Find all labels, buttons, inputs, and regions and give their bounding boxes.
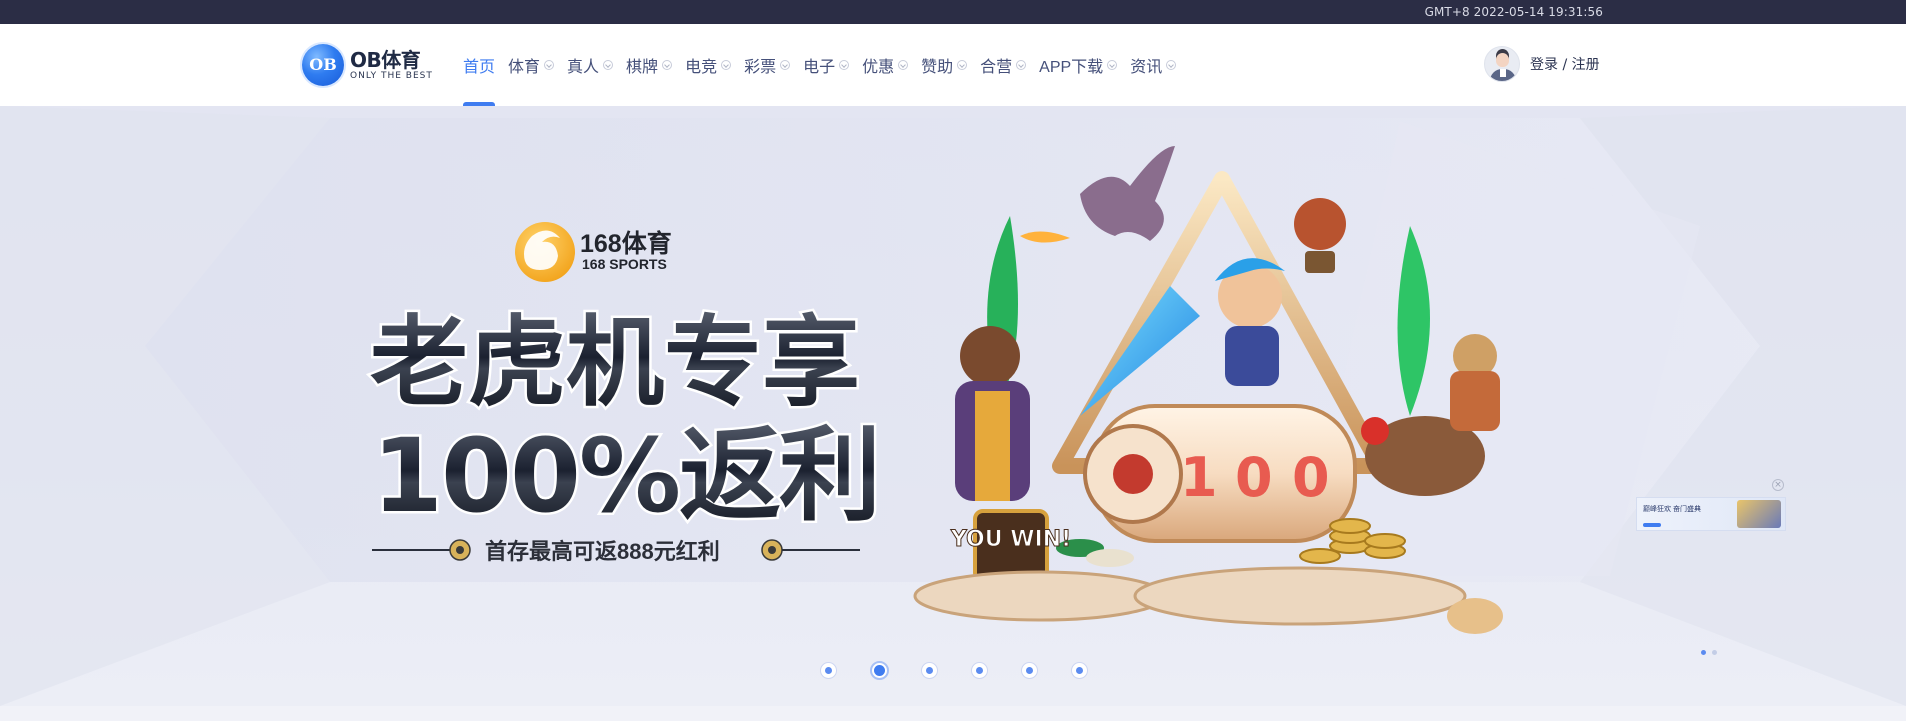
- promo-ad-title: 巅峰狂欢 奋门盛典: [1643, 506, 1701, 513]
- svg-text:0: 0: [1235, 446, 1273, 509]
- chevron-down-icon: [898, 60, 909, 70]
- logo-text: OB体育 ONLY THE BEST: [350, 49, 433, 82]
- logo-name: OB体育: [350, 47, 421, 72]
- svg-text:168 SPORTS: 168 SPORTS: [582, 256, 667, 272]
- page-bottom-strip: [0, 706, 1906, 721]
- logo-badge-icon: OB: [302, 44, 344, 86]
- headline-line-2: 100%返利: [372, 417, 879, 536]
- nav-item-app-download[interactable]: APP下载: [1039, 24, 1118, 106]
- side-pager: [1701, 650, 1717, 655]
- logo-tagline: ONLY THE BEST: [350, 70, 433, 81]
- chevron-down-icon: [1016, 60, 1027, 70]
- svg-text:1: 1: [1180, 446, 1218, 509]
- promo-ad-button[interactable]: [1643, 523, 1661, 527]
- site-logo[interactable]: OB OB体育 ONLY THE BEST: [302, 44, 433, 86]
- carousel-dots: [820, 660, 1088, 680]
- top-status-bar: GMT+8 2022-05-14 19:31:56: [0, 0, 1906, 24]
- chevron-down-icon: [662, 60, 673, 70]
- chevron-down-icon: [780, 60, 791, 70]
- banner-artwork: 168体育 168 SPORTS 老虎机专享 100%返利 首存最高可返888元…: [0, 106, 1906, 706]
- main-nav: 首页 体育 真人 棋牌 电竞 彩票 电子 优惠 赞助 合营 APP下载 资讯: [463, 24, 1189, 106]
- carousel-dot[interactable]: [1071, 661, 1088, 679]
- avatar[interactable]: [1484, 46, 1520, 82]
- nav-item-home[interactable]: 首页: [463, 24, 496, 106]
- floating-promo-ad[interactable]: × 巅峰狂欢 奋门盛典: [1636, 479, 1786, 531]
- svg-text:168体育: 168体育: [580, 229, 672, 258]
- site-header: OB OB体育 ONLY THE BEST 首页 体育 真人 棋牌 电竞 彩票 …: [0, 24, 1906, 106]
- server-time: GMT+8 2022-05-14 19:31:56: [1424, 5, 1603, 19]
- close-icon[interactable]: ×: [1772, 479, 1784, 491]
- chevron-down-icon: [1107, 60, 1118, 70]
- headline-subline: 首存最高可返888元红利: [485, 539, 720, 564]
- login-register-link[interactable]: 登录 / 注册: [1530, 54, 1600, 74]
- carousel-dot[interactable]: [921, 661, 938, 679]
- nav-item-electronic[interactable]: 电子: [803, 24, 850, 106]
- hero-banner[interactable]: 168体育 168 SPORTS 老虎机专享 100%返利 首存最高可返888元…: [0, 106, 1906, 706]
- carousel-dot[interactable]: [1021, 661, 1038, 679]
- you-win-badge: YOU WIN!: [950, 527, 1071, 552]
- headline-line-1: 老虎机专享: [370, 306, 860, 420]
- nav-item-live[interactable]: 真人: [567, 24, 614, 106]
- carousel-dot-active[interactable]: [870, 660, 889, 680]
- chevron-down-icon: [603, 60, 614, 70]
- promo-ad-image: [1737, 500, 1781, 528]
- chevron-down-icon: [839, 60, 850, 70]
- chevron-down-icon: [1166, 60, 1177, 70]
- svg-text:0: 0: [1292, 446, 1330, 509]
- chevron-down-icon: [721, 60, 732, 70]
- user-area: 登录 / 注册: [1484, 46, 1600, 82]
- nav-item-sports[interactable]: 体育: [508, 24, 555, 106]
- nav-item-esports[interactable]: 电竞: [685, 24, 732, 106]
- side-pager-dot[interactable]: [1712, 650, 1717, 655]
- chevron-down-icon: [957, 60, 968, 70]
- nav-item-chess[interactable]: 棋牌: [626, 24, 673, 106]
- nav-item-lottery[interactable]: 彩票: [744, 24, 791, 106]
- nav-item-sponsorship[interactable]: 赞助: [921, 24, 968, 106]
- nav-item-promotions[interactable]: 优惠: [862, 24, 909, 106]
- chevron-down-icon: [544, 60, 555, 70]
- carousel-dot[interactable]: [820, 661, 837, 679]
- side-pager-dot-active[interactable]: [1701, 650, 1706, 655]
- nav-item-news[interactable]: 资讯: [1130, 24, 1177, 106]
- carousel-dot[interactable]: [971, 661, 988, 679]
- nav-item-partners[interactable]: 合营: [980, 24, 1027, 106]
